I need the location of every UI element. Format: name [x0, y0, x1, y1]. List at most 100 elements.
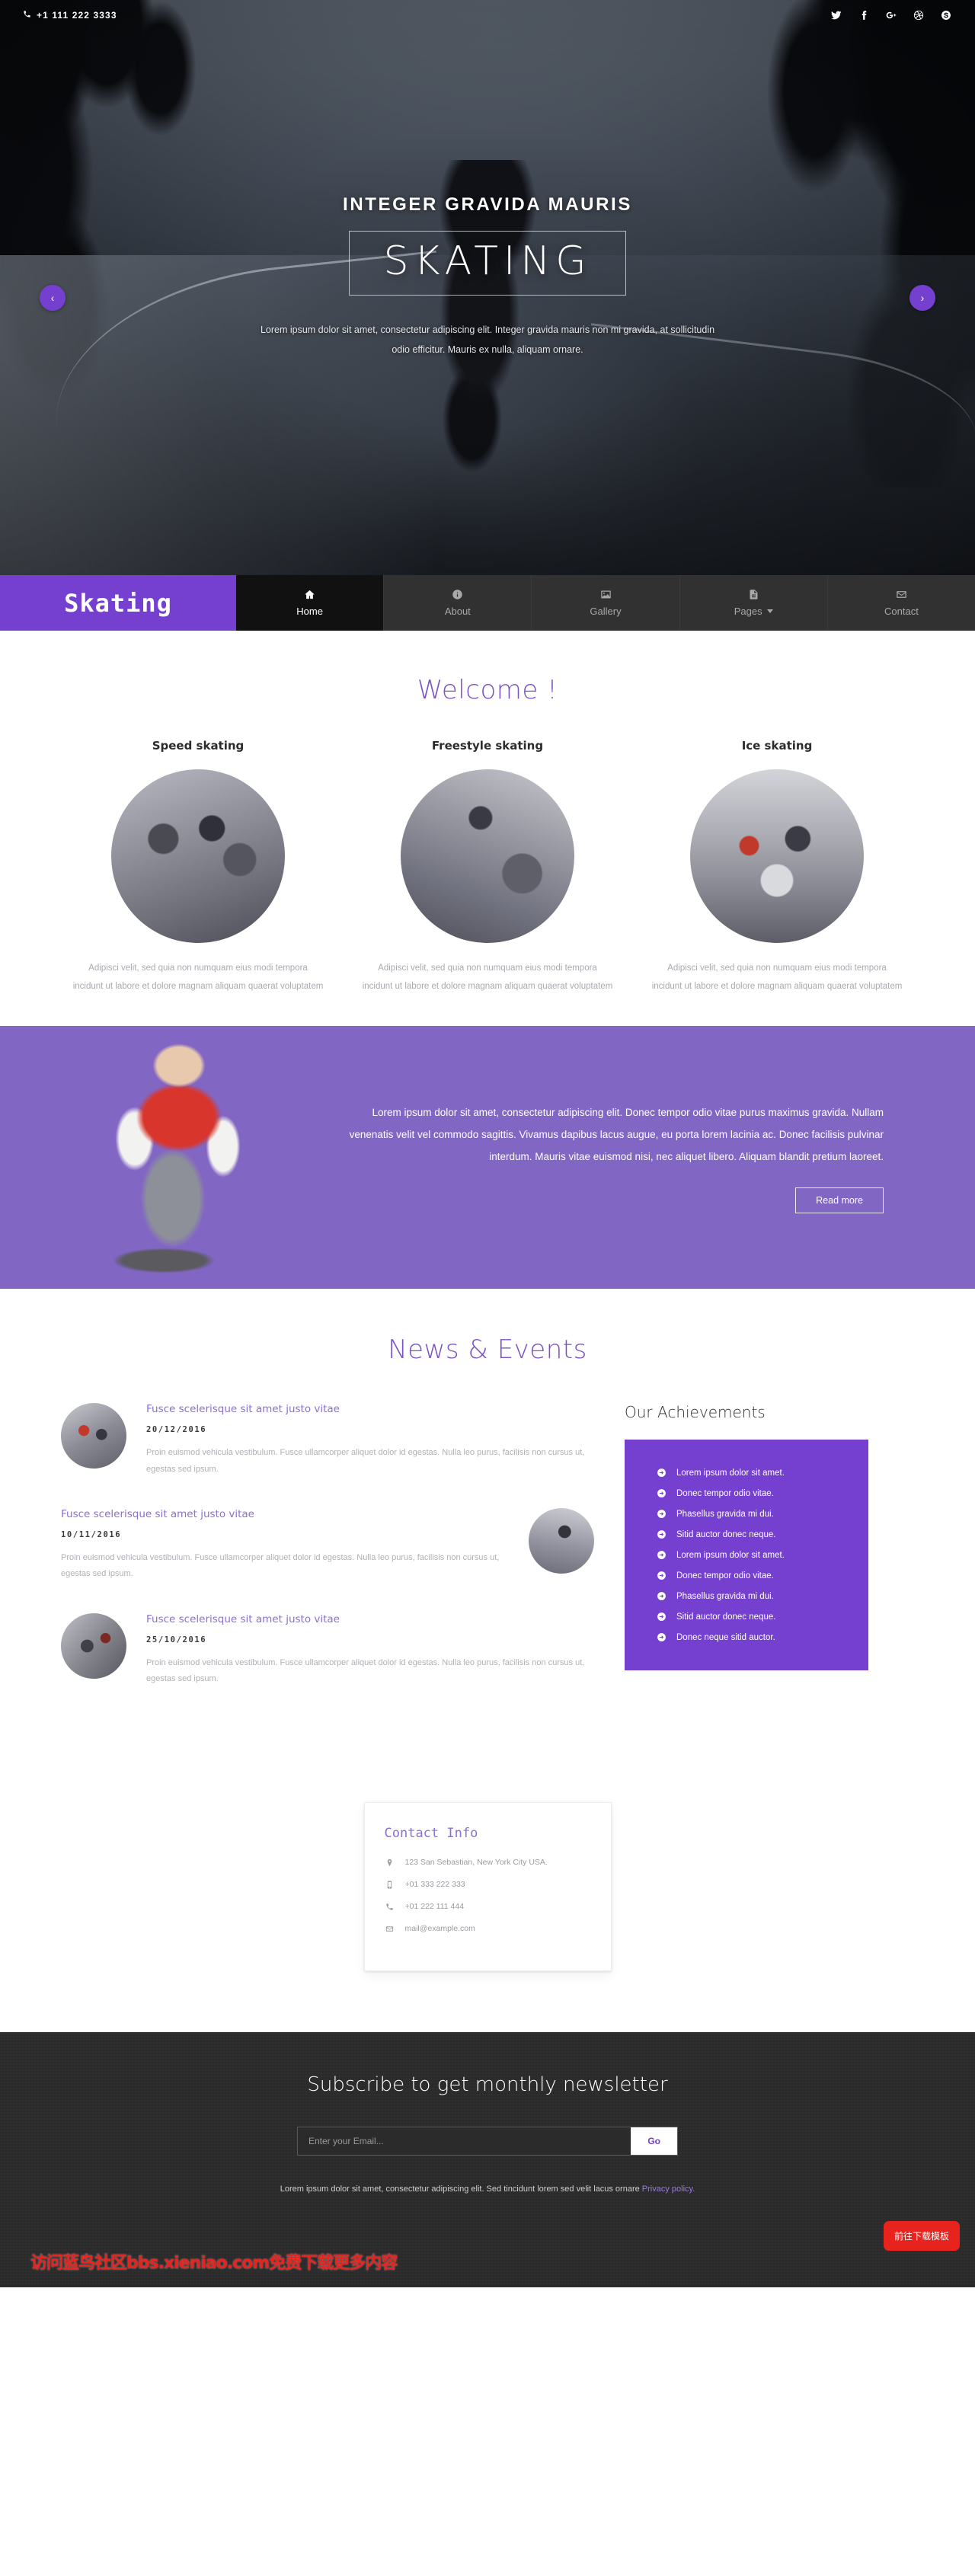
welcome-card-text: Adipisci velit, sed quia non numquam eiu…: [362, 964, 613, 991]
phone-icon: [385, 1902, 395, 1912]
main-navigation: Skating Home About Gallery Pages Contact: [0, 575, 975, 631]
achievements-panel: Our Achievements Lorem ipsum dolor sit a…: [625, 1403, 868, 1718]
watermark-text: 访问蓝鸟社区bbs.xieniao.com免费下载更多内容: [30, 2253, 398, 2273]
email-input[interactable]: [298, 2127, 631, 2155]
newsletter-form: Go: [297, 2126, 678, 2156]
achievement-item: Donec tempor odio vitae.: [644, 1565, 849, 1586]
achievement-text: Phasellus gravida mi dui.: [676, 1591, 774, 1601]
contact-info-card: Contact Info 123 San Sebastian, New York…: [363, 1801, 612, 1971]
top-bar: +1 111 222 3333: [0, 0, 975, 30]
hero-title: SKATING: [383, 238, 592, 284]
arrow-circle-right-icon: [657, 1571, 667, 1580]
twitter-icon[interactable]: [830, 9, 842, 21]
achievement-item: Phasellus gravida mi dui.: [644, 1504, 849, 1524]
promo-paragraph: Lorem ipsum dolor sit amet, consectetur …: [349, 1107, 884, 1163]
arrow-circle-right-icon: [657, 1591, 667, 1601]
welcome-card-title: Freestyle skating: [431, 739, 544, 753]
achievements-list: Lorem ipsum dolor sit amet. Donec tempor…: [625, 1440, 868, 1671]
nav-label-pages: Pages: [734, 606, 762, 617]
arrow-circle-right-icon: [657, 1612, 667, 1622]
hero-paragraph: Lorem ipsum dolor sit amet, consectetur …: [260, 324, 715, 355]
achievement-text: Donec neque sitid auctor.: [676, 1632, 775, 1642]
site-logo-text: Skating: [64, 588, 172, 618]
nav-item-about[interactable]: About: [383, 575, 532, 631]
news-text: Proin euismod vehicula vestibulum. Fusce…: [146, 1657, 585, 1684]
skype-icon[interactable]: [940, 9, 952, 21]
news-item[interactable]: Fusce scelerisque sit amet justo vitae 2…: [61, 1612, 594, 1688]
social-links: [830, 9, 952, 21]
hero-content: INTEGER GRAVIDA MAURIS SKATING Lorem ips…: [0, 194, 975, 360]
news-body: Fusce scelerisque sit amet justo vitae 1…: [61, 1508, 509, 1583]
news-text: Proin euismod vehicula vestibulum. Fusce…: [146, 1448, 585, 1474]
nav-label-gallery: Gallery: [590, 606, 622, 617]
news-date: 25/10/2016: [146, 1635, 207, 1644]
chevron-down-icon: [766, 609, 773, 613]
welcome-card: Ice skating Adipisci velit, sed quia non…: [651, 739, 903, 996]
document-icon: [748, 589, 759, 601]
carousel-prev-button[interactable]: ‹: [40, 285, 66, 311]
welcome-card: Freestyle skating Adipisci velit, sed qu…: [362, 739, 613, 996]
contact-mobile: +01 333 222 333: [404, 1880, 465, 1890]
news-date: 20/12/2016: [146, 1425, 207, 1435]
nav-item-home[interactable]: Home: [236, 575, 384, 631]
dribbble-icon[interactable]: [913, 9, 925, 21]
achievement-item: Sitid auctor donec neque.: [644, 1524, 849, 1545]
news-date: 10/11/2016: [61, 1530, 122, 1539]
news-title: News & Events: [388, 1334, 587, 1366]
newsletter-go-button[interactable]: Go: [631, 2127, 677, 2155]
achievement-item: Donec neque sitid auctor.: [644, 1627, 849, 1648]
watermark-download-button[interactable]: 前往下载模板: [883, 2220, 960, 2251]
freestyle-skating-photo: [401, 769, 574, 943]
contact-phone-row: +01 222 111 444: [385, 1902, 591, 1912]
facebook-icon[interactable]: [858, 9, 870, 21]
welcome-section: Welcome ! Speed skating Adipisci velit, …: [0, 631, 975, 1027]
read-more-button[interactable]: Read more: [795, 1187, 884, 1214]
contact-email[interactable]: mail@example.com: [405, 1924, 475, 1933]
news-item[interactable]: Fusce scelerisque sit amet justo vitae 1…: [61, 1508, 594, 1583]
hero-title-box: SKATING: [349, 231, 626, 296]
phone-icon: [23, 10, 31, 21]
footer-spacer: [0, 2197, 975, 2287]
achievement-item: Lorem ipsum dolor sit amet.: [644, 1545, 849, 1565]
achievement-item: Donec tempor odio vitae.: [644, 1483, 849, 1504]
carousel-next-button[interactable]: ›: [909, 285, 935, 311]
promo-banner: Lorem ipsum dolor sit amet, consectetur …: [0, 1026, 975, 1290]
image-icon: [600, 589, 612, 601]
achievement-text: Lorem ipsum dolor sit amet.: [676, 1468, 785, 1478]
welcome-title: Welcome !: [417, 675, 558, 705]
google-plus-icon[interactable]: [885, 9, 897, 21]
arrow-circle-right-icon: [657, 1529, 667, 1539]
nav-item-pages[interactable]: Pages: [679, 575, 827, 631]
contact-address-row: 123 San Sebastian, New York City USA.: [385, 1858, 591, 1868]
nav-items: Home About Gallery Pages Contact: [236, 575, 975, 631]
nav-item-gallery[interactable]: Gallery: [531, 575, 679, 631]
welcome-card-text: Adipisci velit, sed quia non numquam eiu…: [651, 964, 903, 991]
news-item[interactable]: Fusce scelerisque sit amet justo vitae 2…: [61, 1403, 594, 1478]
privacy-policy-link[interactable]: Privacy policy.: [642, 2184, 695, 2194]
achievements-title: Our Achievements: [625, 1403, 766, 1422]
news-text: Proin euismod vehicula vestibulum. Fusce…: [61, 1553, 500, 1579]
achievement-text: Donec tempor odio vitae.: [676, 1571, 774, 1580]
nav-label-home: Home: [296, 606, 323, 617]
achievement-text: Phasellus gravida mi dui.: [676, 1509, 774, 1519]
mobile-icon: [385, 1880, 395, 1890]
news-heading[interactable]: Fusce scelerisque sit amet justo vitae: [146, 1403, 594, 1415]
news-thumbnail: [61, 1612, 126, 1679]
achievement-item: Lorem ipsum dolor sit amet.: [644, 1462, 849, 1483]
news-body: Fusce scelerisque sit amet justo vitae 2…: [146, 1613, 594, 1688]
site-logo[interactable]: Skating: [0, 575, 236, 631]
contact-section: Contact Info 123 San Sebastian, New York…: [0, 1763, 975, 2032]
welcome-card-title: Ice skating: [741, 739, 813, 753]
welcome-card: Speed skating Adipisci velit, sed quia n…: [72, 739, 324, 996]
envelope-icon: [385, 1924, 395, 1934]
arrow-circle-right-icon: [657, 1468, 667, 1478]
news-heading[interactable]: Fusce scelerisque sit amet justo vitae: [146, 1613, 594, 1625]
news-body: Fusce scelerisque sit amet justo vitae 2…: [146, 1403, 594, 1478]
achievement-text: Sitid auctor donec neque.: [676, 1612, 776, 1622]
hero-subtitle: INTEGER GRAVIDA MAURIS: [343, 194, 632, 215]
welcome-cards: Speed skating Adipisci velit, sed quia n…: [0, 739, 975, 996]
contact-info-title: Contact Info: [384, 1825, 478, 1841]
location-pin-icon: [385, 1858, 395, 1868]
nav-item-contact[interactable]: Contact: [826, 575, 975, 631]
news-heading[interactable]: Fusce scelerisque sit amet justo vitae: [61, 1508, 509, 1520]
